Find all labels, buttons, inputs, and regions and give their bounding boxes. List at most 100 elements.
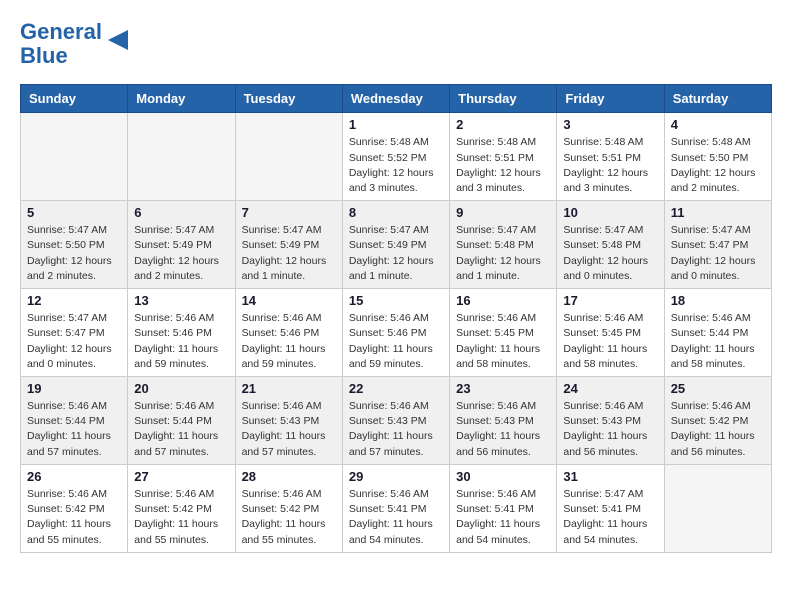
day-info: Sunrise: 5:46 AM Sunset: 5:46 PM Dayligh… bbox=[349, 311, 443, 372]
day-number: 7 bbox=[242, 205, 336, 220]
calendar-cell: 7Sunrise: 5:47 AM Sunset: 5:49 PM Daylig… bbox=[235, 201, 342, 289]
day-info: Sunrise: 5:46 AM Sunset: 5:42 PM Dayligh… bbox=[671, 399, 765, 460]
weekday-header: Monday bbox=[128, 85, 235, 113]
calendar-cell: 28 Sunrise: 5:46 AM Sunset: 5:42 PM Dayli… bbox=[235, 464, 342, 552]
day-info: Sunrise: 5:47 AM Sunset: 5:49 PM Dayligh… bbox=[349, 223, 443, 284]
day-number: 10 bbox=[563, 205, 657, 220]
calendar-cell: 19 Sunrise: 5:46 AM Sunset: 5:44 PM Dayli… bbox=[21, 377, 128, 465]
day-info: Sunrise: 5:47 AM Sunset: 5:41 PM Dayligh… bbox=[563, 487, 657, 548]
calendar-cell: 27 Sunrise: 5:46 AM Sunset: 5:42 PM Dayli… bbox=[128, 464, 235, 552]
calendar-cell: 26 Sunrise: 5:46 AM Sunset: 5:42 PM Dayli… bbox=[21, 464, 128, 552]
calendar-cell: 6 Sunrise: 5:47 AM Sunset: 5:49 PM Daylig… bbox=[128, 201, 235, 289]
weekday-header: Tuesday bbox=[235, 85, 342, 113]
day-number: 28 bbox=[242, 469, 336, 484]
day-number: 24 bbox=[563, 381, 657, 396]
calendar-cell: 1 Sunrise: 5:48 AM Sunset: 5:52 PM Daylig… bbox=[342, 113, 449, 201]
day-number: 1 bbox=[349, 117, 443, 132]
calendar-cell: 2Sunrise: 5:48 AM Sunset: 5:51 PM Daylig… bbox=[450, 113, 557, 201]
calendar-header-row: SundayMondayTuesdayWednesdayThursdayFrid… bbox=[21, 85, 772, 113]
day-number: 15 bbox=[349, 293, 443, 308]
logo: GeneralBlue bbox=[20, 20, 132, 68]
calendar-week-row: 19 Sunrise: 5:46 AM Sunset: 5:44 PM Dayli… bbox=[21, 377, 772, 465]
logo-text: GeneralBlue bbox=[20, 20, 102, 68]
calendar-cell: 23 Sunrise: 5:46 AM Sunset: 5:43 PM Dayli… bbox=[450, 377, 557, 465]
calendar-cell: 20Sunrise: 5:46 AM Sunset: 5:44 PM Dayli… bbox=[128, 377, 235, 465]
calendar-table: SundayMondayTuesdayWednesdayThursdayFrid… bbox=[20, 84, 772, 552]
day-info: Sunrise: 5:46 AM Sunset: 5:46 PM Dayligh… bbox=[134, 311, 228, 372]
calendar-cell: 24 Sunrise: 5:46 AM Sunset: 5:43 PM Dayli… bbox=[557, 377, 664, 465]
day-info: Sunrise: 5:46 AM Sunset: 5:44 PM Dayligh… bbox=[27, 399, 121, 460]
day-number: 2 bbox=[456, 117, 550, 132]
day-info: Sunrise: 5:46 AM Sunset: 5:43 PM Dayligh… bbox=[349, 399, 443, 460]
calendar-cell: 15 Sunrise: 5:46 AM Sunset: 5:46 PM Dayli… bbox=[342, 289, 449, 377]
day-info: Sunrise: 5:48 AM Sunset: 5:50 PM Dayligh… bbox=[671, 135, 765, 196]
calendar-cell: 9Sunrise: 5:47 AM Sunset: 5:48 PM Daylig… bbox=[450, 201, 557, 289]
calendar-cell: 8Sunrise: 5:47 AM Sunset: 5:49 PM Daylig… bbox=[342, 201, 449, 289]
calendar-week-row: 26 Sunrise: 5:46 AM Sunset: 5:42 PM Dayli… bbox=[21, 464, 772, 552]
day-number: 30 bbox=[456, 469, 550, 484]
day-number: 19 bbox=[27, 381, 121, 396]
day-info: Sunrise: 5:46 AM Sunset: 5:43 PM Dayligh… bbox=[456, 399, 550, 460]
day-info: Sunrise: 5:46 AM Sunset: 5:43 PM Dayligh… bbox=[563, 399, 657, 460]
calendar-cell: 3Sunrise: 5:48 AM Sunset: 5:51 PM Daylig… bbox=[557, 113, 664, 201]
day-info: Sunrise: 5:46 AM Sunset: 5:42 PM Dayligh… bbox=[27, 487, 121, 548]
day-number: 9 bbox=[456, 205, 550, 220]
calendar-cell: 4 Sunrise: 5:48 AM Sunset: 5:50 PM Daylig… bbox=[664, 113, 771, 201]
calendar-cell: 18 Sunrise: 5:46 AM Sunset: 5:44 PM Dayli… bbox=[664, 289, 771, 377]
day-number: 16 bbox=[456, 293, 550, 308]
weekday-header: Sunday bbox=[21, 85, 128, 113]
day-number: 22 bbox=[349, 381, 443, 396]
calendar-week-row: 12Sunrise: 5:47 AM Sunset: 5:47 PM Dayli… bbox=[21, 289, 772, 377]
day-info: Sunrise: 5:46 AM Sunset: 5:46 PM Dayligh… bbox=[242, 311, 336, 372]
weekday-header: Wednesday bbox=[342, 85, 449, 113]
day-number: 14 bbox=[242, 293, 336, 308]
day-info: Sunrise: 5:46 AM Sunset: 5:44 PM Dayligh… bbox=[671, 311, 765, 372]
weekday-header: Thursday bbox=[450, 85, 557, 113]
weekday-header: Friday bbox=[557, 85, 664, 113]
calendar-week-row: 5 Sunrise: 5:47 AM Sunset: 5:50 PM Daylig… bbox=[21, 201, 772, 289]
day-number: 31 bbox=[563, 469, 657, 484]
day-number: 11 bbox=[671, 205, 765, 220]
calendar-cell: 5 Sunrise: 5:47 AM Sunset: 5:50 PM Daylig… bbox=[21, 201, 128, 289]
day-info: Sunrise: 5:47 AM Sunset: 5:48 PM Dayligh… bbox=[563, 223, 657, 284]
calendar-cell: 16 Sunrise: 5:46 AM Sunset: 5:45 PM Dayli… bbox=[450, 289, 557, 377]
calendar-cell bbox=[664, 464, 771, 552]
calendar-cell bbox=[128, 113, 235, 201]
calendar-cell: 10 Sunrise: 5:47 AM Sunset: 5:48 PM Dayli… bbox=[557, 201, 664, 289]
calendar-cell: 21 Sunrise: 5:46 AM Sunset: 5:43 PM Dayli… bbox=[235, 377, 342, 465]
day-number: 21 bbox=[242, 381, 336, 396]
day-info: Sunrise: 5:46 AM Sunset: 5:41 PM Dayligh… bbox=[349, 487, 443, 548]
day-number: 17 bbox=[563, 293, 657, 308]
day-number: 23 bbox=[456, 381, 550, 396]
calendar-cell: 13Sunrise: 5:46 AM Sunset: 5:46 PM Dayli… bbox=[128, 289, 235, 377]
day-number: 6 bbox=[134, 205, 228, 220]
calendar-cell: 14 Sunrise: 5:46 AM Sunset: 5:46 PM Dayli… bbox=[235, 289, 342, 377]
day-number: 4 bbox=[671, 117, 765, 132]
day-info: Sunrise: 5:48 AM Sunset: 5:52 PM Dayligh… bbox=[349, 135, 443, 196]
day-number: 5 bbox=[27, 205, 121, 220]
day-info: Sunrise: 5:46 AM Sunset: 5:41 PM Dayligh… bbox=[456, 487, 550, 548]
day-number: 26 bbox=[27, 469, 121, 484]
logo-icon bbox=[104, 26, 132, 54]
day-number: 18 bbox=[671, 293, 765, 308]
calendar-cell: 22 Sunrise: 5:46 AM Sunset: 5:43 PM Dayli… bbox=[342, 377, 449, 465]
day-number: 12 bbox=[27, 293, 121, 308]
day-info: Sunrise: 5:46 AM Sunset: 5:45 PM Dayligh… bbox=[563, 311, 657, 372]
calendar-cell: 17 Sunrise: 5:46 AM Sunset: 5:45 PM Dayli… bbox=[557, 289, 664, 377]
page-header: GeneralBlue bbox=[20, 20, 772, 68]
day-info: Sunrise: 5:47 AM Sunset: 5:47 PM Dayligh… bbox=[671, 223, 765, 284]
calendar-cell bbox=[235, 113, 342, 201]
day-number: 27 bbox=[134, 469, 228, 484]
day-info: Sunrise: 5:47 AM Sunset: 5:50 PM Dayligh… bbox=[27, 223, 121, 284]
day-info: Sunrise: 5:46 AM Sunset: 5:45 PM Dayligh… bbox=[456, 311, 550, 372]
day-number: 25 bbox=[671, 381, 765, 396]
calendar-cell: 25 Sunrise: 5:46 AM Sunset: 5:42 PM Dayli… bbox=[664, 377, 771, 465]
day-info: Sunrise: 5:48 AM Sunset: 5:51 PM Dayligh… bbox=[563, 135, 657, 196]
calendar-cell: 12Sunrise: 5:47 AM Sunset: 5:47 PM Dayli… bbox=[21, 289, 128, 377]
calendar-cell: 31 Sunrise: 5:47 AM Sunset: 5:41 PM Dayli… bbox=[557, 464, 664, 552]
day-info: Sunrise: 5:46 AM Sunset: 5:42 PM Dayligh… bbox=[242, 487, 336, 548]
day-info: Sunrise: 5:46 AM Sunset: 5:43 PM Dayligh… bbox=[242, 399, 336, 460]
day-info: Sunrise: 5:46 AM Sunset: 5:42 PM Dayligh… bbox=[134, 487, 228, 548]
calendar-cell: 11 Sunrise: 5:47 AM Sunset: 5:47 PM Dayli… bbox=[664, 201, 771, 289]
day-info: Sunrise: 5:47 AM Sunset: 5:49 PM Dayligh… bbox=[134, 223, 228, 284]
